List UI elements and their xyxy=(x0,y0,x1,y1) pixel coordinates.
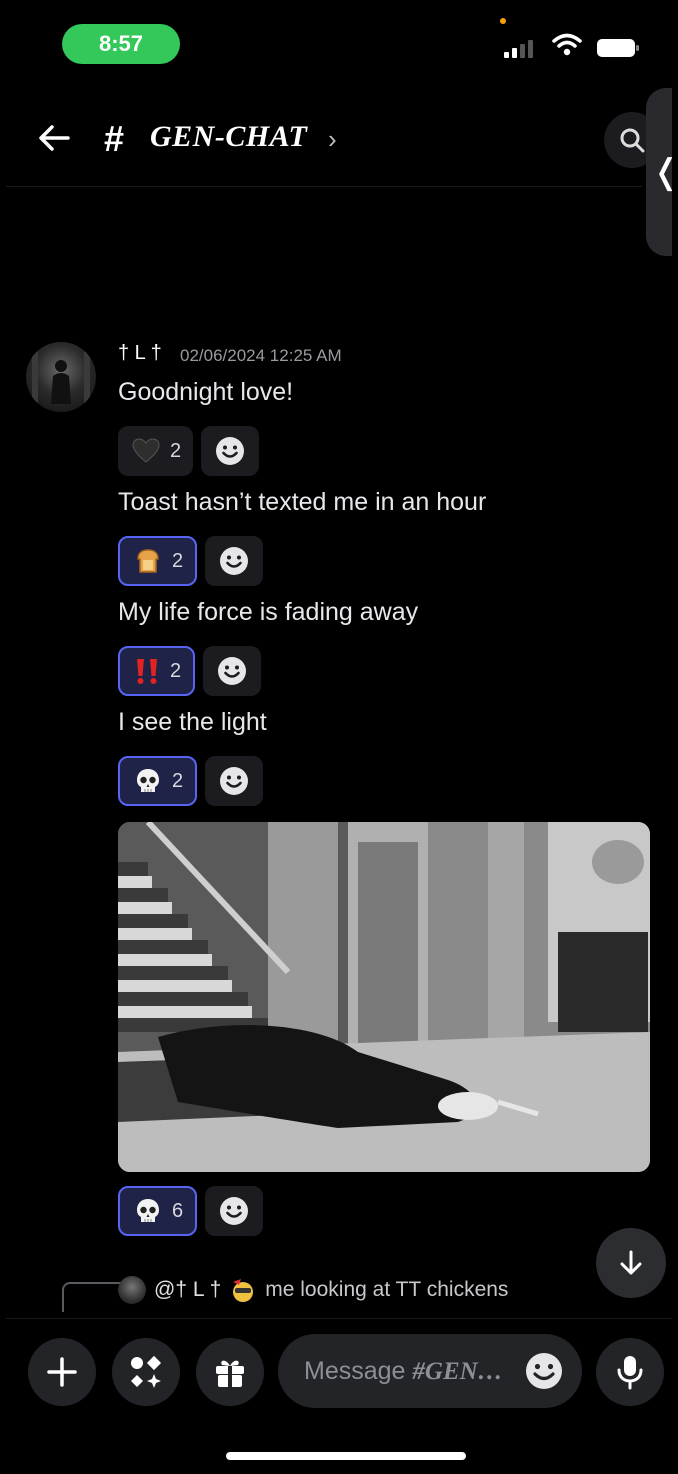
smiley-icon xyxy=(220,547,249,575)
add-reaction-button[interactable] xyxy=(205,756,264,806)
emoji-sticker-icon xyxy=(233,1279,254,1302)
plus-icon xyxy=(47,1357,77,1387)
skull-icon xyxy=(137,1199,159,1222)
reaction-count: 2 xyxy=(172,549,184,572)
bread-icon xyxy=(137,549,159,573)
gift-icon xyxy=(216,1360,244,1387)
status-time: 8:57 xyxy=(62,24,180,64)
composer-divider xyxy=(6,1318,672,1319)
reaction-skull[interactable]: 2 xyxy=(118,756,198,806)
apps-button[interactable] xyxy=(112,1338,180,1406)
add-reaction-button[interactable] xyxy=(205,1186,264,1236)
message-line: My life force is fading away xyxy=(118,598,419,626)
smiley-icon xyxy=(220,1197,249,1225)
reaction-double-exclamation[interactable]: 2 xyxy=(118,646,196,696)
message-timestamp: 02/06/2024 12:25 AM xyxy=(180,346,342,365)
emoji-picker-icon[interactable] xyxy=(524,1351,564,1391)
add-reaction-button[interactable] xyxy=(201,426,260,476)
avatar-figure-icon xyxy=(32,342,90,412)
arrow-down-icon xyxy=(620,1250,642,1275)
reaction-bread[interactable]: 2 xyxy=(118,536,198,586)
black-heart-icon xyxy=(132,438,160,463)
message-input-placeholder: Message #GEN… xyxy=(304,1356,503,1385)
reaction-row: 2 xyxy=(118,646,262,696)
reaction-count: 2 xyxy=(172,769,184,792)
avatar[interactable] xyxy=(26,342,96,412)
microphone-icon xyxy=(617,1356,643,1390)
smiley-icon xyxy=(216,437,245,465)
channel-hash-icon: # xyxy=(104,118,125,159)
back-arrow-icon[interactable] xyxy=(34,118,74,158)
add-reaction-button[interactable] xyxy=(205,536,264,586)
app-frame: 8:57 # GEN-CHAT › ❬ † L † 02/06/2 xyxy=(6,6,672,1468)
battery-icon xyxy=(597,39,639,57)
grand-staircase-scene-image xyxy=(118,822,650,1172)
member-list-handle[interactable]: ❬ xyxy=(646,88,672,256)
reaction-row: 6 xyxy=(118,1186,264,1236)
skull-icon xyxy=(137,769,159,792)
reaction-row: 2 xyxy=(118,536,264,586)
reaction-row: 2 xyxy=(118,426,260,476)
reply-username: @† L † xyxy=(154,1278,222,1301)
message-line: Toast hasn’t texted me in an hour xyxy=(118,488,487,516)
channel-chevron-icon[interactable]: › xyxy=(328,124,337,155)
privacy-indicator xyxy=(500,18,506,24)
jump-to-bottom-button[interactable] xyxy=(596,1228,666,1298)
apps-icon xyxy=(131,1355,162,1388)
channel-title[interactable]: GEN-CHAT xyxy=(150,120,307,154)
image-attachment[interactable] xyxy=(118,822,650,1172)
reply-text: me looking at TT chickens xyxy=(265,1278,509,1301)
signal-icon xyxy=(504,38,538,58)
message-line: I see the light xyxy=(118,708,267,736)
reaction-count: 6 xyxy=(172,1199,184,1222)
gift-button[interactable] xyxy=(196,1338,264,1406)
message-username[interactable]: † L † xyxy=(118,342,162,365)
add-reaction-button[interactable] xyxy=(203,646,262,696)
reaction-row: 2 xyxy=(118,756,264,806)
wifi-icon xyxy=(552,33,582,56)
header-divider xyxy=(6,186,642,187)
reply-avatar xyxy=(118,1276,146,1304)
attach-button[interactable] xyxy=(28,1338,96,1406)
smiley-icon xyxy=(220,767,249,795)
voice-message-button[interactable] xyxy=(596,1338,664,1406)
search-icon xyxy=(620,128,645,153)
reaction-count: 2 xyxy=(170,439,182,462)
reply-connector xyxy=(62,1282,122,1312)
smiley-icon xyxy=(218,657,247,685)
double-exclamation-icon xyxy=(137,659,157,684)
home-indicator[interactable] xyxy=(226,1452,466,1460)
chevron-left-icon: ❬ xyxy=(652,152,672,192)
message-line: Goodnight love! xyxy=(118,378,294,406)
reaction-skull[interactable]: 6 xyxy=(118,1186,198,1236)
reaction-count: 2 xyxy=(170,659,182,682)
reply-preview[interactable]: @† L † me looking at TT chickens xyxy=(118,1276,508,1304)
message-input[interactable]: Message #GEN… xyxy=(278,1334,582,1408)
reaction-black-heart[interactable]: 2 xyxy=(118,426,194,476)
